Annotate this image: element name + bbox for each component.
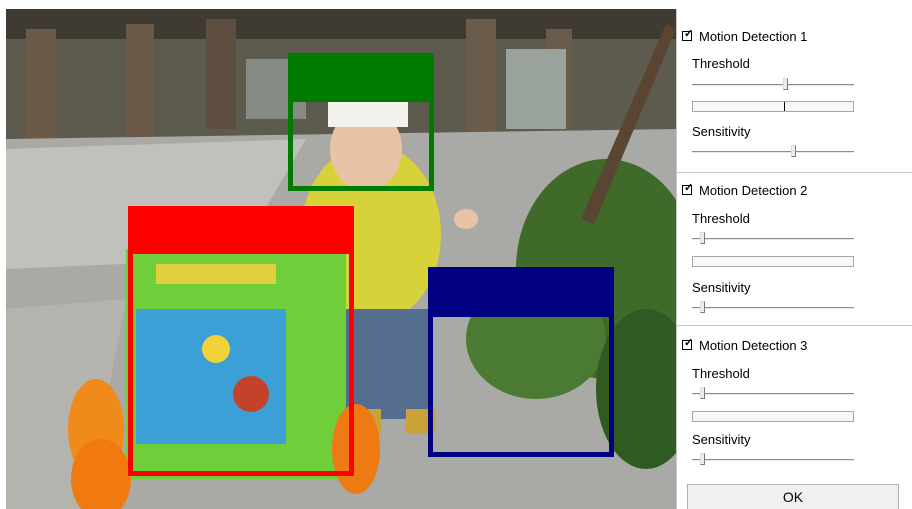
sensitivity-slider[interactable] <box>692 453 854 467</box>
slider-thumb[interactable] <box>700 232 705 244</box>
motion-zone-2[interactable] <box>128 206 354 476</box>
motion-detection-1-checkbox[interactable]: ✓ <box>682 28 694 41</box>
sensitivity-slider[interactable] <box>692 301 854 315</box>
sensitivity-label: Sensitivity <box>692 124 751 139</box>
slider-track <box>692 393 854 395</box>
motion-zone-1-frame[interactable] <box>288 97 434 191</box>
slider-thumb[interactable] <box>791 145 796 157</box>
threshold-slider[interactable] <box>692 232 854 246</box>
motion-detection-1-section: ✓ Motion Detection 1 Threshold Sensitivi… <box>677 9 912 162</box>
sensitivity-slider[interactable] <box>692 145 854 159</box>
motion-zone-2-handle[interactable] <box>128 206 354 252</box>
motion-level-meter <box>692 411 854 422</box>
motion-detection-2-checkbox[interactable]: ✓ <box>682 182 694 195</box>
slider-track <box>692 307 854 309</box>
motion-detection-3-section: ✓ Motion Detection 3 Threshold Sensitivi… <box>677 325 912 479</box>
check-icon: ✓ <box>684 182 694 194</box>
sensitivity-label: Sensitivity <box>692 280 751 295</box>
motion-zone-2-frame[interactable] <box>128 249 354 476</box>
check-icon: ✓ <box>684 28 694 40</box>
motion-detection-2-toggle[interactable]: ✓ Motion Detection 2 <box>682 181 807 199</box>
motion-zone-1-handle[interactable] <box>288 53 434 97</box>
threshold-label: Threshold <box>692 211 750 226</box>
sensitivity-label: Sensitivity <box>692 432 751 447</box>
motion-zone-1[interactable] <box>288 53 434 191</box>
motion-detection-2-section: ✓ Motion Detection 2 Threshold Sensitivi… <box>677 172 912 326</box>
threshold-label: Threshold <box>692 56 750 71</box>
motion-detection-1-toggle[interactable]: ✓ Motion Detection 1 <box>682 27 807 45</box>
slider-track <box>692 238 854 240</box>
threshold-label: Threshold <box>692 366 750 381</box>
slider-thumb[interactable] <box>700 301 705 313</box>
slider-track <box>692 84 854 86</box>
slider-thumb[interactable] <box>700 387 705 399</box>
motion-detection-2-label: Motion Detection 2 <box>699 182 808 198</box>
slider-thumb[interactable] <box>700 453 705 465</box>
video-preview[interactable] <box>6 9 676 509</box>
ok-button[interactable]: OK <box>687 484 899 509</box>
slider-track <box>692 151 854 153</box>
motion-detection-3-toggle[interactable]: ✓ Motion Detection 3 <box>682 336 807 354</box>
slider-track <box>692 459 854 461</box>
motion-detection-panel: ✓ Motion Detection 1 Threshold Sensitivi… <box>676 9 912 509</box>
threshold-slider[interactable] <box>692 387 854 401</box>
motion-level-meter <box>692 256 854 267</box>
motion-detection-3-label: Motion Detection 3 <box>699 337 808 353</box>
motion-zone-3-handle[interactable] <box>428 267 614 315</box>
threshold-slider[interactable] <box>692 78 854 92</box>
motion-detection-1-label: Motion Detection 1 <box>699 28 808 44</box>
motion-level-marker <box>784 102 785 111</box>
motion-level-meter <box>692 101 854 112</box>
check-icon: ✓ <box>684 337 694 349</box>
motion-zone-3[interactable] <box>428 267 614 457</box>
motion-zone-3-frame[interactable] <box>428 312 614 457</box>
motion-detection-3-checkbox[interactable]: ✓ <box>682 337 694 350</box>
slider-thumb[interactable] <box>783 78 788 90</box>
